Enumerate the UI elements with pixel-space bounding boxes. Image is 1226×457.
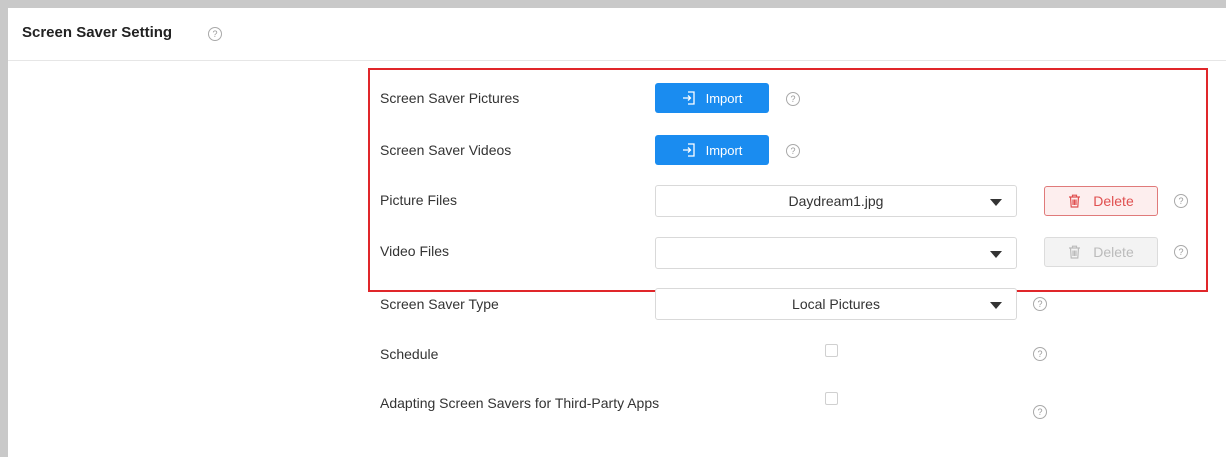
screen-saver-panel: Screen Saver Setting ? Screen Saver Pict… (8, 8, 1226, 457)
schedule-label: Schedule (380, 346, 439, 362)
video-files-select[interactable] (655, 237, 1017, 269)
video-files-label: Video Files (380, 243, 450, 259)
screen-saver-type-value: Local Pictures (792, 296, 880, 312)
help-icon[interactable]: ? (1174, 194, 1188, 208)
help-icon[interactable]: ? (1033, 347, 1047, 361)
help-icon[interactable]: ? (1174, 245, 1188, 259)
import-icon (682, 91, 696, 105)
import-pictures-label: Import (705, 90, 743, 106)
schedule-checkbox[interactable] (825, 344, 838, 357)
screen-saver-pictures-label: Screen Saver Pictures (380, 90, 520, 106)
panel-title: Screen Saver Setting (22, 24, 173, 41)
screen-saver-type-label: Screen Saver Type (380, 296, 499, 312)
picture-files-select[interactable]: Daydream1.jpg (655, 185, 1017, 217)
delete-video-button[interactable]: Delete (1044, 237, 1158, 267)
video-files-value (656, 238, 980, 268)
import-icon (682, 143, 696, 157)
chevron-down-icon (990, 199, 1002, 206)
import-videos-button[interactable]: Import (655, 135, 769, 165)
panel-header: Screen Saver Setting ? (8, 8, 1226, 61)
chevron-down-icon (990, 251, 1002, 258)
delete-video-label: Delete (1093, 244, 1134, 260)
picture-files-value: Daydream1.jpg (788, 193, 884, 209)
picture-files-label: Picture Files (380, 192, 458, 208)
import-pictures-button[interactable]: Import (655, 83, 769, 113)
delete-picture-button[interactable]: Delete (1044, 186, 1158, 216)
help-icon[interactable]: ? (786, 92, 800, 106)
help-icon[interactable]: ? (208, 27, 222, 41)
import-videos-label: Import (705, 142, 743, 158)
third-party-label: Adapting Screen Savers for Third-Party A… (380, 395, 660, 411)
chevron-down-icon (990, 302, 1002, 309)
help-icon[interactable]: ? (1033, 297, 1047, 311)
screen-saver-type-select[interactable]: Local Pictures (655, 288, 1017, 320)
trash-icon (1068, 194, 1081, 208)
screen-saver-videos-label: Screen Saver Videos (380, 142, 512, 158)
third-party-checkbox[interactable] (825, 392, 838, 405)
delete-picture-label: Delete (1093, 193, 1134, 209)
help-icon[interactable]: ? (786, 144, 800, 158)
trash-icon (1068, 245, 1081, 259)
help-icon[interactable]: ? (1033, 405, 1047, 419)
